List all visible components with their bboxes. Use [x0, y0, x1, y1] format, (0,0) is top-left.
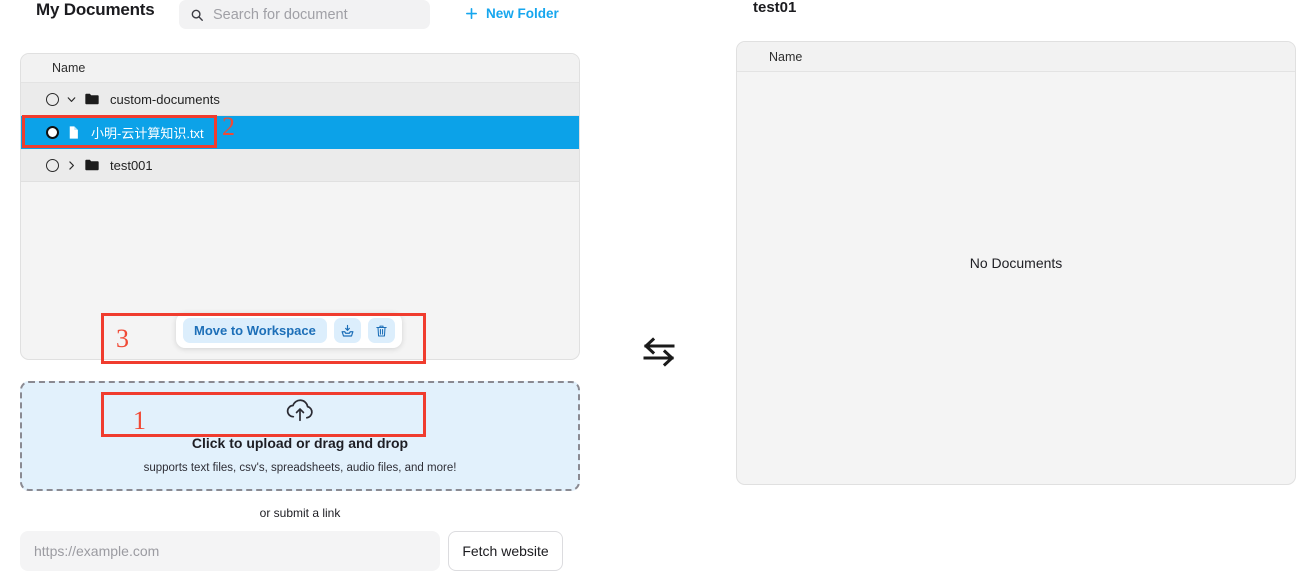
file-list-column-header: Name [21, 54, 579, 83]
new-folder-button[interactable]: New Folder [464, 2, 559, 24]
download-to-folder-icon[interactable] [333, 318, 361, 343]
swap-horizontal-arrows-icon[interactable] [639, 335, 679, 374]
url-input[interactable] [20, 531, 440, 571]
search-icon [190, 8, 204, 22]
row-checkbox[interactable] [46, 125, 59, 139]
table-row[interactable]: custom-documents [21, 83, 579, 116]
trash-icon[interactable] [367, 318, 395, 343]
page-title: My Documents [36, 0, 155, 19]
or-submit-link-label: or submit a link [259, 506, 341, 520]
cloud-upload-icon [285, 398, 315, 429]
chevron-right-icon[interactable] [63, 159, 80, 172]
row-label: test001 [110, 157, 153, 173]
action-bar: Move to Workspace [176, 313, 402, 348]
document-icon [66, 125, 81, 140]
dropzone-primary-text: Click to upload or drag and drop [191, 435, 409, 451]
row-checkbox[interactable] [46, 158, 59, 172]
folder-icon [84, 157, 100, 173]
my-documents-pane: My Documents New Folder Name [0, 0, 600, 588]
plus-icon [464, 6, 479, 21]
folder-icon [84, 91, 100, 107]
search-input[interactable] [213, 6, 423, 23]
fetch-website-button[interactable]: Fetch website [448, 531, 563, 571]
workspace-list-card: Name No Documents [736, 41, 1296, 485]
file-list-rows: custom-documents 小明-云计算知识.txt test001 [21, 83, 579, 182]
row-label: 小明-云计算知识.txt [91, 125, 204, 141]
workspace-column-header: Name [737, 42, 1295, 72]
row-label: custom-documents [110, 91, 220, 107]
move-to-workspace-button[interactable]: Move to Workspace [183, 318, 327, 343]
app-root: My Documents New Folder Name [0, 0, 1304, 588]
dropzone-secondary-text: supports text files, csv's, spreadsheets… [143, 462, 457, 474]
search-box[interactable] [179, 0, 430, 29]
table-row[interactable]: test001 [21, 149, 579, 182]
chevron-down-icon[interactable] [63, 93, 80, 106]
empty-state-text: No Documents [969, 255, 1063, 271]
upload-dropzone[interactable]: Click to upload or drag and drop support… [20, 381, 580, 491]
new-folder-label: New Folder [486, 5, 559, 21]
row-checkbox[interactable] [46, 92, 59, 106]
workspace-title: test01 [753, 0, 797, 16]
table-row-selected[interactable]: 小明-云计算知识.txt [21, 116, 579, 149]
